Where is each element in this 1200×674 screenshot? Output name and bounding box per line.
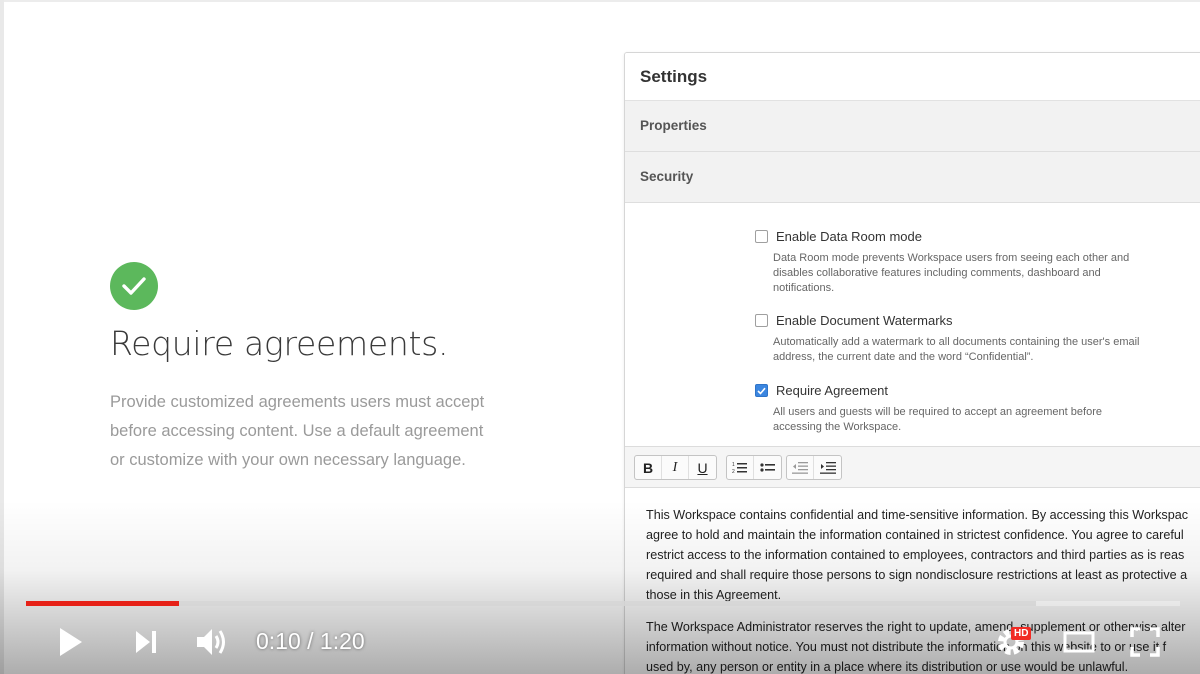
agreement-paragraph-1: This Workspace contains confidential and…	[646, 508, 1189, 602]
theater-mode-icon	[1063, 631, 1095, 653]
text-style-group: B I U	[634, 455, 717, 480]
require-agreement-checkbox[interactable]	[755, 384, 768, 397]
fullscreen-button[interactable]	[1126, 624, 1164, 660]
section-security[interactable]: Security	[625, 152, 1200, 203]
next-button[interactable]	[128, 624, 164, 660]
volume-button[interactable]	[190, 622, 234, 662]
skip-next-icon	[136, 631, 156, 653]
watermarks-checkbox[interactable]	[755, 314, 768, 327]
theater-mode-button[interactable]	[1060, 626, 1098, 658]
data-room-help: Data Room mode prevents Workspace users …	[773, 252, 1130, 294]
play-icon	[60, 628, 82, 656]
frame-left-edge	[0, 0, 4, 674]
agreement-paragraph-2: The Workspace Administrator reserves the…	[646, 620, 1186, 674]
indent-icon[interactable]	[814, 456, 841, 479]
option-require-agreement[interactable]: Require Agreement	[755, 383, 888, 398]
slide-description: Provide customized agreements users must…	[110, 393, 485, 469]
settings-title: Settings	[625, 53, 1200, 101]
data-room-checkbox[interactable]	[755, 230, 768, 243]
require-agreement-help: All users and guests will be required to…	[773, 406, 1102, 433]
bulleted-list-icon[interactable]	[754, 456, 781, 479]
underline-button[interactable]: U	[689, 456, 716, 479]
indent-group	[786, 455, 842, 480]
list-group: 12	[726, 455, 782, 480]
progress-played	[26, 601, 180, 606]
bold-button[interactable]: B	[635, 456, 662, 479]
checkmark-icon	[110, 262, 158, 310]
outdent-icon[interactable]	[787, 456, 814, 479]
numbered-list-icon[interactable]: 12	[727, 456, 754, 479]
slide-headline: Require agreements.	[110, 324, 449, 363]
section-properties[interactable]: Properties	[625, 101, 1200, 152]
option-watermarks[interactable]: Enable Document Watermarks	[755, 313, 953, 328]
fullscreen-icon	[1130, 627, 1160, 657]
require-agreement-label: Require Agreement	[776, 383, 889, 398]
time-display: 0:10 / 1:20	[256, 628, 365, 654]
editor-toolbar: B I U 12	[625, 446, 1200, 488]
progress-bar[interactable]	[26, 601, 1180, 606]
frame-top-edge	[0, 0, 1200, 2]
watermarks-label: Enable Document Watermarks	[776, 313, 953, 328]
option-data-room[interactable]: Enable Data Room mode	[755, 229, 922, 244]
play-button[interactable]	[52, 624, 88, 660]
settings-panel: Settings Properties Security Enable Data…	[624, 52, 1200, 674]
agreement-editor[interactable]: This Workspace contains confidential and…	[646, 505, 1200, 674]
checkbox-check-icon	[757, 387, 766, 395]
volume-icon	[197, 629, 225, 655]
svg-text:1: 1	[732, 462, 735, 468]
italic-button[interactable]: I	[662, 456, 689, 479]
watermarks-help: Automatically add a watermark to all doc…	[773, 336, 1140, 363]
data-room-label: Enable Data Room mode	[776, 229, 922, 244]
svg-text:2: 2	[732, 469, 735, 474]
hd-badge: HD	[1011, 627, 1032, 640]
